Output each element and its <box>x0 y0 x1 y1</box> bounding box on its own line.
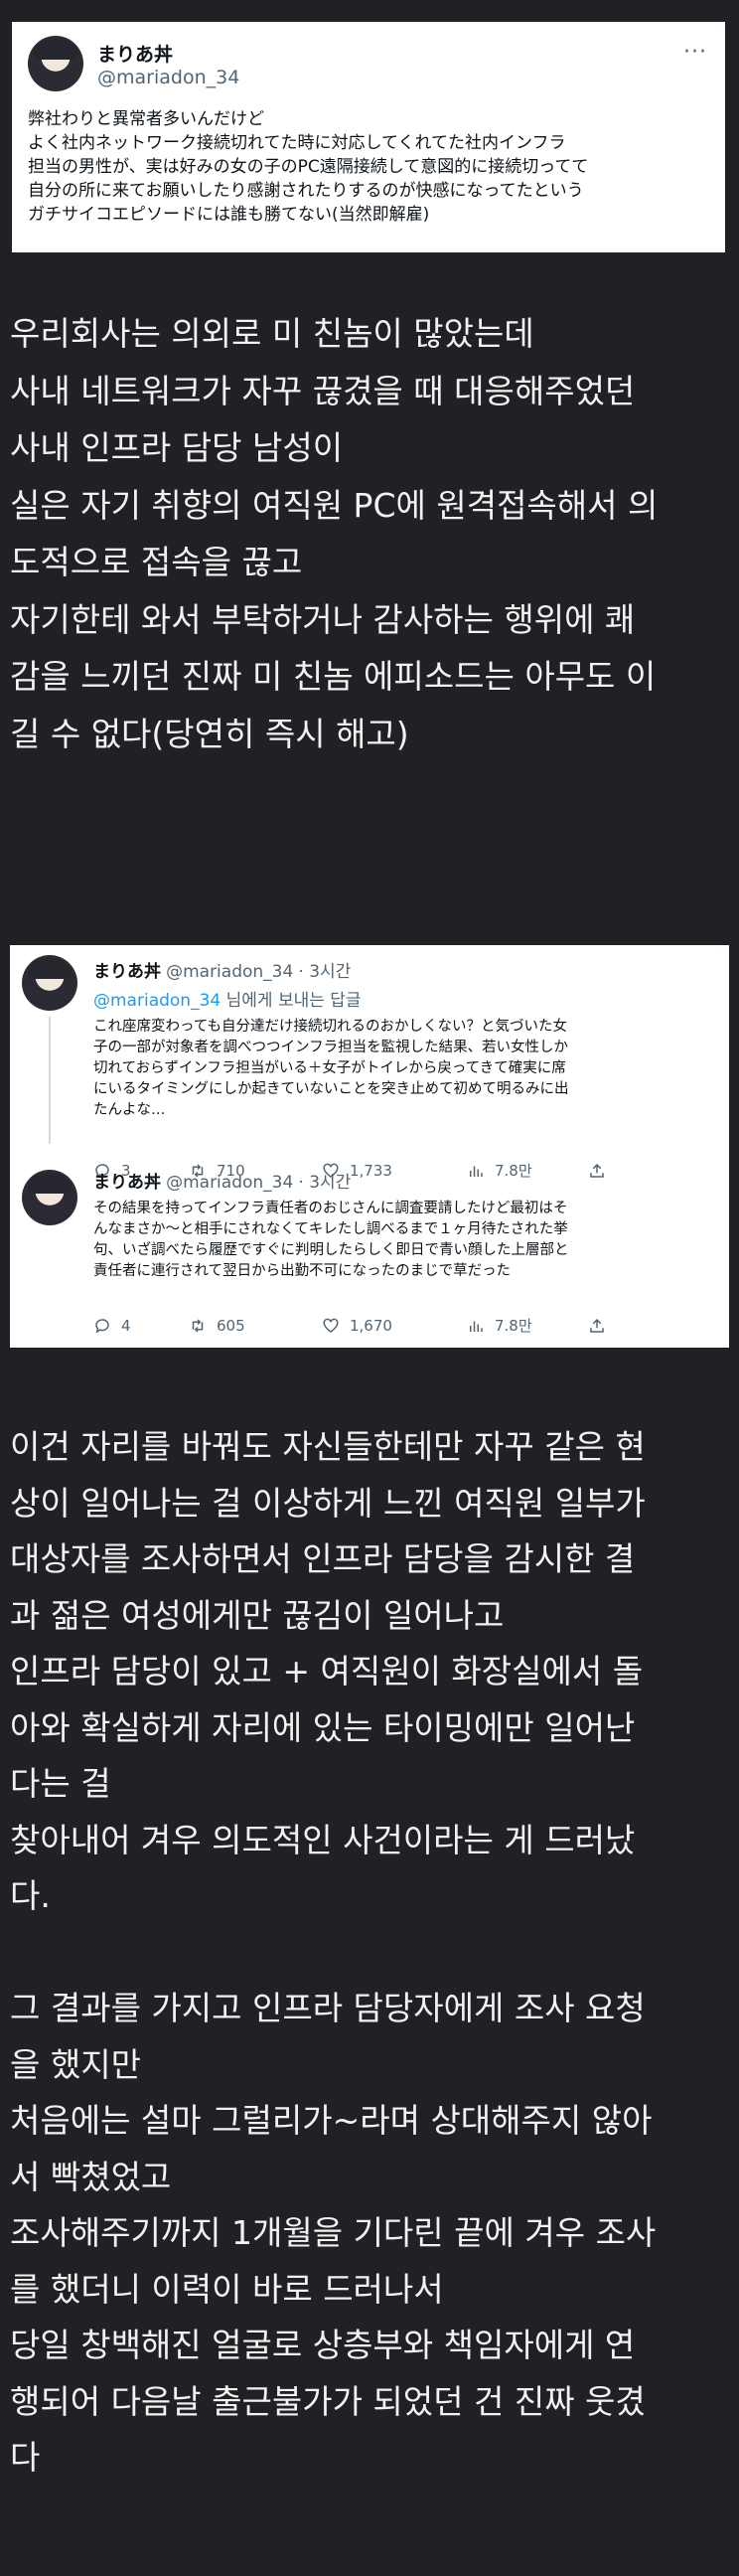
author-name[interactable]: まりあ丼 <box>93 1173 161 1193</box>
author-name[interactable]: まりあ丼 <box>97 40 239 67</box>
reply-text: これ座席変わっても自分達だけ接続切れるのおかしくない？と気づいた女 子の一部が対… <box>93 1017 719 1121</box>
translation-line: 상이 일어나는 걸 이상하게 느낀 여직원 일부가 <box>10 1483 646 1523</box>
author-handle[interactable]: @mariadon_34 <box>166 1173 293 1193</box>
reply-icon <box>93 1317 111 1335</box>
tweet-line: よく社内ネットワーク接続切れてた時に対応してくれてた社内インフラ <box>28 133 566 153</box>
tweet-line: 担当の男性が、実は好みの女の子のPC遠隔接続して意図的に接続切ってて <box>28 157 589 177</box>
reply-line: 句、いざ調べたら履歴ですぐに判明したらしく即日で青い顔した上層部と <box>93 1242 569 1258</box>
reply-line: 責任者に連行されて翌日から出勤不可になったのまじで草だった <box>93 1263 512 1279</box>
tweet-line: ガチサイコエピソードには誰も勝てない(当然即解雇) <box>28 205 430 225</box>
avatar[interactable] <box>22 1170 77 1225</box>
replying-to: @mariadon_34 님에게 보내는 답글 <box>93 986 719 1011</box>
reply-line: んなまさか〜と相手にされなくてキレたし調べるまで１ヶ月待たされた挙 <box>93 1221 568 1237</box>
retweet-button[interactable]: 605 <box>189 1315 322 1336</box>
translation-line: 이건 자리를 바꿔도 자신들한테만 자꾸 같은 현 <box>10 1427 646 1466</box>
translation-line: 사내 인프라 담당 남성이 <box>10 428 344 467</box>
translation-line: 실은 자기 취향의 여직원 PC에 원격접속해서 의 <box>10 485 659 525</box>
tweet-header: まりあ丼 @mariadon_34 <box>28 36 709 91</box>
reply-line: たんよな… <box>93 1102 166 1118</box>
views-icon <box>467 1317 485 1335</box>
share-icon <box>588 1317 606 1335</box>
timestamp[interactable]: · 3시간 <box>298 962 351 982</box>
translation-line: 그 결과를 가지고 인프라 담당자에게 조사 요청 <box>10 1989 646 2027</box>
thread-connector <box>49 1017 51 1144</box>
reply-button[interactable]: 4 <box>93 1315 189 1336</box>
author-name[interactable]: まりあ丼 <box>93 962 161 982</box>
tweet-text: 弊社わりと異常者多いんだけど よく社内ネットワーク接続切れてた時に対応してくれて… <box>28 107 709 227</box>
reply-line: にいるタイミングにしか起きていないことを突き止めて初めて明るみに出 <box>93 1081 569 1097</box>
translation-line: 다 <box>10 2438 41 2477</box>
translation-line: 다는 걸 <box>10 1764 111 1803</box>
mention-link[interactable]: @mariadon_34 <box>93 991 221 1011</box>
like-count: 1,670 <box>350 1316 392 1335</box>
translation-line: 인프라 담당이 있고 + 여직원이 화장실에서 돌 <box>10 1652 644 1690</box>
translation-line: 자기한테 와서 부탁하거나 감사하는 행위에 쾌 <box>10 599 636 639</box>
reply-count: 4 <box>121 1316 131 1335</box>
reply-line: 子の一部が対象者を調べつつインフラ担当を監視した結果、若い女性しか <box>93 1040 569 1055</box>
translation-line: 찾아내어 겨우 의도적인 사건이라는 게 드러났 <box>10 1820 636 1859</box>
translation-line: 도적으로 접속을 끊고 <box>10 543 303 581</box>
reply-line: その結果を持ってインフラ責任者のおじさんに調査要請したけど最初はそ <box>93 1201 568 1216</box>
translation-line: 길 수 없다(당연히 즉시 해고) <box>10 714 409 753</box>
translation-line: 처음에는 설마 그럴리가~라며 상대해주지 않아 <box>10 2101 653 2140</box>
author-handle[interactable]: @mariadon_34 <box>97 67 239 88</box>
reply-line: 切れておらずインフラ担当がいる＋女子がトイレから戻ってきて確実に席 <box>93 1060 566 1076</box>
tweet-card[interactable]: ··· まりあ丼 @mariadon_34 弊社わりと異常者多いんだけど よく社… <box>12 22 725 252</box>
translation-line: 과 젊은 여성에게만 끊김이 일어나고 <box>10 1595 505 1635</box>
reply-body: まりあ丼 @mariadon_34 · 3시간 @mariadon_34 님에게… <box>93 957 719 1121</box>
heart-icon <box>322 1317 340 1335</box>
translation-line: 대상자를 조사하면서 인프라 담당을 감시한 결 <box>10 1539 636 1578</box>
reply-body: まりあ丼 @mariadon_34 · 3시간 その結果を持ってインフラ責任者の… <box>93 1168 719 1282</box>
share-button[interactable] <box>588 1315 606 1336</box>
reply-text: その結果を持ってインフラ責任者のおじさんに調査要請したけど最初はそ んなまさか〜… <box>93 1199 719 1282</box>
replying-label: 님에게 보내는 답글 <box>221 991 362 1011</box>
view-count: 7.8만 <box>495 1317 532 1335</box>
author-block: まりあ丼 @mariadon_34 <box>97 40 239 88</box>
translation-line: 을 했지만 <box>10 2044 141 2084</box>
reply-thread-card: まりあ丼 @mariadon_34 · 3시간 @mariadon_34 님에게… <box>10 945 729 1348</box>
translation-line: 행되어 다음날 출근불가가 되었던 건 진짜 웃겼 <box>10 2381 646 2421</box>
author-handle[interactable]: @mariadon_34 <box>166 962 293 982</box>
translation-line: 아와 확실하게 자리에 있는 타이밍에만 일어난 <box>10 1707 636 1747</box>
action-bar: 4 605 1,670 7.8만 <box>93 1315 606 1336</box>
timestamp[interactable]: · 3시간 <box>298 1173 351 1193</box>
translation-line: 감을 느끼던 진짜 미 친놈 에피소드는 아무도 이 <box>10 657 657 696</box>
retweet-icon <box>189 1317 207 1335</box>
translation-line: 사내 네트워크가 자꾸 끊겼을 때 대응해주었던 <box>10 371 636 410</box>
translation-text: 이건 자리를 바꿔도 자신들한테만 자꾸 같은 현 상이 일어나는 걸 이상하게… <box>10 1419 735 2487</box>
reply-line: これ座席変わっても自分達だけ接続切れるのおかしくない？と気づいた女 <box>93 1019 568 1035</box>
like-button[interactable]: 1,670 <box>322 1315 467 1336</box>
translation-line: 당일 창백해진 얼굴로 상층부와 책임자에게 연 <box>10 2326 636 2364</box>
more-options-icon[interactable]: ··· <box>683 40 707 65</box>
translation-line: 우리회사는 의외로 미 친놈이 많았는데 <box>10 314 534 353</box>
translation-line: 를 했더니 이력이 바로 드러나서 <box>10 2269 444 2309</box>
translation-line: 다. <box>10 1876 51 1915</box>
translation-line: 조사해주기까지 1개월을 기다린 끝에 겨우 조사 <box>10 2213 657 2252</box>
translation-text: 우리회사는 의외로 미 친놈이 많았는데 사내 네트워크가 자꾸 끊겼을 때 대… <box>10 305 735 762</box>
tweet-line: 自分の所に来てお願いしたり感謝されたりするのが快感になってたという <box>28 181 584 201</box>
avatar[interactable] <box>22 955 77 1011</box>
views-button[interactable]: 7.8만 <box>467 1315 588 1336</box>
avatar[interactable] <box>28 36 83 91</box>
retweet-count: 605 <box>217 1316 245 1335</box>
tweet-line: 弊社わりと異常者多いんだけど <box>28 109 264 129</box>
translation-line: 서 빡쳤었고 <box>10 2157 172 2196</box>
translation-line <box>10 1925 735 1982</box>
